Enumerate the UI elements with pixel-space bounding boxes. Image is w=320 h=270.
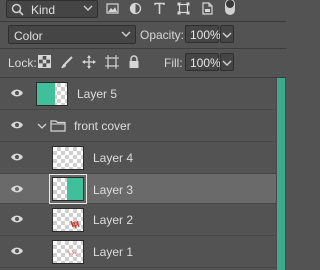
visibility-eye-icon[interactable] <box>10 120 24 130</box>
chevron-down-icon[interactable] <box>37 121 47 131</box>
search-icon <box>11 3 24 16</box>
chevron-down-icon <box>83 5 93 11</box>
visibility-eye-icon[interactable] <box>10 214 24 224</box>
fill-label: Fill: <box>164 56 183 70</box>
lock-all-icon[interactable] <box>128 55 140 69</box>
folder-icon <box>50 120 66 132</box>
chevron-down-icon <box>222 60 232 66</box>
fill-slider-button[interactable] <box>220 53 234 71</box>
scrollbar-thumb[interactable] <box>277 78 285 270</box>
type-filter-icon[interactable] <box>153 2 166 15</box>
lock-position-icon[interactable] <box>82 55 96 69</box>
layer-thumbnail <box>52 240 84 264</box>
lock-transparent-pixels-icon[interactable] <box>38 55 51 68</box>
layer-name: Layer 3 <box>93 183 134 197</box>
filter-toggle-icon[interactable] <box>224 0 236 16</box>
chevron-down-icon <box>222 32 232 38</box>
layer-name: Layer 4 <box>93 151 134 165</box>
adjustment-filter-icon[interactable] <box>129 2 142 15</box>
visibility-eye-icon[interactable] <box>10 184 24 194</box>
divider <box>0 48 286 49</box>
image-filter-icon[interactable] <box>106 2 119 15</box>
kind-filter-label: Kind <box>31 3 56 17</box>
opacity-label: Opacity: <box>140 28 185 42</box>
lock-bar: Lock: Fill: 100% <box>0 53 286 73</box>
fill-input[interactable]: 100% <box>185 53 221 71</box>
layer-thumbnail <box>52 208 84 232</box>
layer-row[interactable]: Layer 1 <box>0 236 276 268</box>
kind-filter-dropdown[interactable]: Kind <box>6 0 98 18</box>
lock-label: Lock: <box>8 56 37 70</box>
smart-object-filter-icon[interactable] <box>201 2 214 15</box>
layer-thumbnail <box>52 146 84 170</box>
opacity-input[interactable]: 100% <box>185 25 221 43</box>
layer-group-row[interactable]: front cover <box>0 110 276 142</box>
layer-name: Layer 2 <box>93 213 134 227</box>
chevron-down-icon <box>121 31 131 37</box>
shape-filter-icon[interactable] <box>177 2 190 15</box>
visibility-eye-icon[interactable] <box>10 88 24 98</box>
layer-row-selected[interactable]: Layer 3 <box>0 174 276 204</box>
group-name: front cover <box>74 119 131 133</box>
opacity-slider-button[interactable] <box>220 25 234 43</box>
layer-row[interactable]: Layer 2 <box>0 204 276 236</box>
layer-thumbnail <box>36 82 68 106</box>
layers-panel: Kind Color Opacity: 100% Lock: Fill: 100… <box>0 0 286 270</box>
layer-row[interactable]: Layer 4 <box>0 142 276 174</box>
layer-name: Layer 1 <box>93 245 134 259</box>
layer-name: Layer 5 <box>77 87 118 101</box>
blend-mode-dropdown[interactable]: Color <box>8 25 136 44</box>
lock-image-pixels-icon[interactable] <box>60 55 74 69</box>
layer-filter-bar: Kind <box>0 0 286 22</box>
visibility-eye-icon[interactable] <box>10 246 24 256</box>
visibility-eye-icon[interactable] <box>10 152 24 162</box>
layer-row[interactable]: Layer 5 <box>0 78 276 110</box>
lock-artboard-icon[interactable] <box>105 55 119 69</box>
blend-mode-value: Color <box>14 29 43 43</box>
layer-thumbnail <box>49 174 87 204</box>
blend-mode-bar: Color Opacity: 100% <box>0 25 286 45</box>
